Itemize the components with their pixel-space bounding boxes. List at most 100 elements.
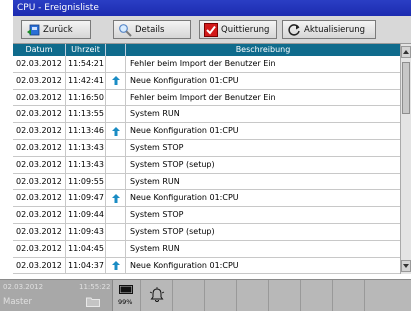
cell-time: 11:04:37: [66, 257, 106, 274]
cell-icon: [106, 156, 126, 173]
scroll-thumb[interactable]: [402, 62, 410, 114]
table-row[interactable]: 02.03.2012 11:13:43 System STOP (setup): [13, 156, 400, 174]
cell-description: System STOP (setup): [130, 159, 215, 169]
battery-text: 99%: [118, 298, 133, 306]
scroll-up-button[interactable]: [401, 46, 411, 58]
status-time: 11:55:22: [79, 283, 111, 291]
back-label: Zurück: [43, 24, 73, 35]
cell-icon: [106, 257, 126, 274]
cell-icon: [106, 89, 126, 106]
toolbar: Zurück Details Quittierung Aktualisierun…: [13, 16, 411, 44]
taskbar-slot-7[interactable]: [365, 280, 411, 311]
arrow-down-icon: [403, 264, 409, 268]
config-arrow-icon: [111, 126, 120, 136]
cell-description: System RUN: [130, 176, 180, 186]
cell-description: Neue Konfiguration 01:CPU: [130, 193, 239, 203]
column-header-date[interactable]: Datum: [13, 44, 66, 56]
cell-date: 02.03.2012: [13, 72, 66, 89]
cell-time: 11:13:55: [66, 106, 106, 123]
column-header-icon: [106, 44, 126, 56]
cell-date: 02.03.2012: [13, 190, 66, 207]
table-row[interactable]: 02.03.2012 11:09:55 System RUN: [13, 173, 400, 191]
cell-date: 02.03.2012: [13, 106, 66, 123]
table-row[interactable]: 02.03.2012 11:09:43 System STOP (setup): [13, 223, 400, 241]
status-user: Master: [3, 297, 33, 307]
taskbar-slot-3[interactable]: [237, 280, 269, 311]
event-table: Datum Uhrzeit Beschreibung 02.03.2012 11:…: [13, 44, 400, 274]
refresh-icon: [287, 23, 301, 37]
acknowledge-label: Quittierung: [221, 24, 270, 35]
cell-description: System RUN: [130, 243, 180, 253]
cell-date: 02.03.2012: [13, 56, 66, 72]
scroll-down-button[interactable]: [401, 260, 411, 272]
acknowledge-button[interactable]: Quittierung: [199, 20, 277, 39]
table-row[interactable]: 02.03.2012 11:04:45 System RUN: [13, 240, 400, 258]
table-row[interactable]: 02.03.2012 11:04:37 Neue Konfiguration 01:…: [13, 257, 400, 274]
taskbar-slot-5[interactable]: [301, 280, 333, 311]
cell-icon: [106, 190, 126, 207]
table-row[interactable]: 02.03.2012 11:13:43 System STOP: [13, 139, 400, 157]
cell-description: System RUN: [130, 109, 180, 119]
taskbar: 02.03.2012 11:55:22 Master 99%: [0, 279, 411, 311]
cell-date: 02.03.2012: [13, 207, 66, 223]
cell-description: Neue Konfiguration 01:CPU: [130, 260, 239, 270]
details-button[interactable]: Details: [113, 20, 191, 39]
alarm-bell-icon: [149, 287, 165, 302]
refresh-button[interactable]: Aktualisierung: [282, 20, 376, 39]
table-row[interactable]: 02.03.2012 11:42:41 Neue Konfiguration 01:…: [13, 72, 400, 90]
cell-icon: [106, 72, 126, 89]
config-arrow-icon: [111, 76, 120, 86]
taskbar-slot-1[interactable]: [173, 280, 205, 311]
cell-date: 02.03.2012: [13, 223, 66, 240]
taskbar-slot-6[interactable]: [333, 280, 365, 311]
cell-description: Neue Konfiguration 01:CPU: [130, 75, 239, 85]
folder-icon: [86, 296, 100, 309]
arrow-up-icon: [403, 50, 409, 54]
cell-description: System STOP: [130, 210, 184, 220]
table-row[interactable]: 02.03.2012 11:09:47 Neue Konfiguration 01:…: [13, 190, 400, 208]
cell-description: Fehler beim Import der Benutzer Ein: [130, 59, 276, 68]
cell-description: Neue Konfiguration 01:CPU: [130, 126, 239, 136]
cell-date: 02.03.2012: [13, 89, 66, 106]
taskbar-slot-4[interactable]: [269, 280, 301, 311]
cell-time: 11:13:46: [66, 123, 106, 139]
cell-icon: [106, 139, 126, 156]
table-row[interactable]: 02.03.2012 11:16:50 Fehler beim Import der…: [13, 89, 400, 107]
table-row[interactable]: 02.03.2012 11:09:44 System STOP: [13, 207, 400, 224]
checkmark-icon: [204, 22, 218, 37]
table-row[interactable]: 02.03.2012 11:13:55 System RUN: [13, 106, 400, 124]
taskbar-slot-2[interactable]: [205, 280, 237, 311]
cell-time: 11:09:44: [66, 207, 106, 223]
battery-icon: [119, 285, 133, 294]
cell-date: 02.03.2012: [13, 257, 66, 274]
cell-date: 02.03.2012: [13, 240, 66, 257]
cell-time: 11:09:55: [66, 173, 106, 190]
cell-description: System STOP: [130, 142, 184, 152]
cell-icon: [106, 223, 126, 240]
config-arrow-icon: [111, 193, 120, 203]
config-arrow-icon: [111, 260, 120, 270]
window-title: CPU - Ereignisliste: [13, 0, 411, 16]
cell-description: Fehler beim Import der Benutzer Ein: [130, 92, 276, 102]
column-header-description[interactable]: Beschreibung: [126, 44, 400, 56]
cell-time: 11:13:43: [66, 156, 106, 173]
cell-date: 02.03.2012: [13, 139, 66, 156]
cell-icon: [106, 173, 126, 190]
vertical-scrollbar[interactable]: [400, 44, 411, 274]
table-row[interactable]: 02.03.2012 11:13:46 Neue Konfiguration 01:…: [13, 123, 400, 140]
cell-time: 11:16:50: [66, 89, 106, 106]
table-body: 02.03.2012 11:54:21 Fehler beim Import der…: [13, 56, 400, 274]
cell-time: 11:04:45: [66, 240, 106, 257]
alarm-button[interactable]: [141, 280, 173, 311]
back-button[interactable]: Zurück: [21, 20, 91, 39]
column-header-time[interactable]: Uhrzeit: [66, 44, 106, 56]
cell-date: 02.03.2012: [13, 123, 66, 139]
battery-indicator[interactable]: 99%: [113, 280, 141, 311]
table-row[interactable]: 02.03.2012 11:54:21 Fehler beim Import der…: [13, 56, 400, 73]
cell-time: 11:09:47: [66, 190, 106, 207]
cell-icon: [106, 240, 126, 257]
cell-icon: [106, 123, 126, 139]
cell-description: System STOP (setup): [130, 226, 215, 236]
status-info-panel[interactable]: 02.03.2012 11:55:22 Master: [0, 280, 113, 311]
cell-icon: [106, 56, 126, 72]
